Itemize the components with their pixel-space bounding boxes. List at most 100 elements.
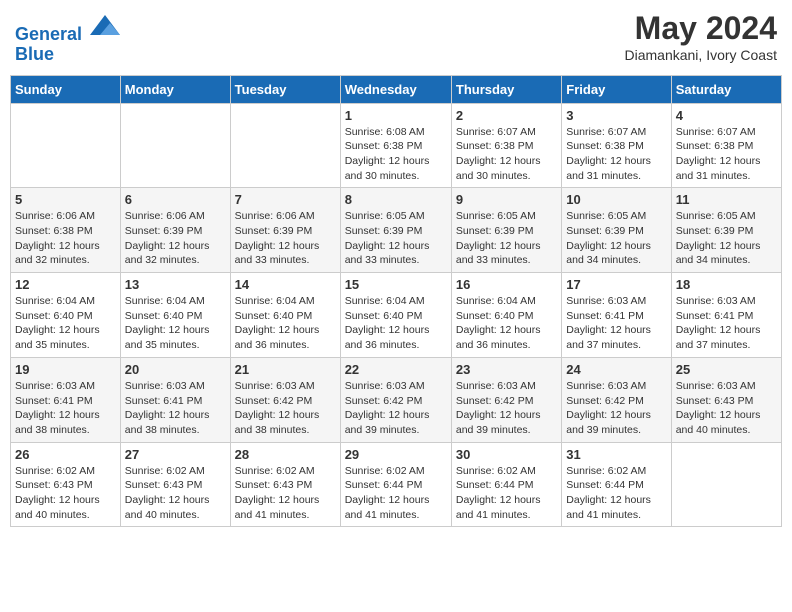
calendar-cell	[230, 103, 340, 188]
day-info: Sunrise: 6:08 AMSunset: 6:38 PMDaylight:…	[345, 125, 447, 184]
weekday-header-row: SundayMondayTuesdayWednesdayThursdayFrid…	[11, 75, 782, 103]
day-info: Sunrise: 6:06 AMSunset: 6:39 PMDaylight:…	[235, 209, 336, 268]
calendar-cell: 3 Sunrise: 6:07 AMSunset: 6:38 PMDaylight…	[562, 103, 671, 188]
day-number: 12	[15, 277, 116, 292]
calendar-cell: 26 Sunrise: 6:02 AMSunset: 6:43 PMDayligh…	[11, 442, 121, 527]
page-header: General Blue May 2024 Diamankani, Ivory …	[10, 10, 782, 65]
day-number: 27	[125, 447, 226, 462]
day-number: 26	[15, 447, 116, 462]
calendar-cell: 4 Sunrise: 6:07 AMSunset: 6:38 PMDaylight…	[671, 103, 781, 188]
day-number: 21	[235, 362, 336, 377]
logo-blue: Blue	[15, 44, 54, 64]
day-number: 25	[676, 362, 777, 377]
day-info: Sunrise: 6:02 AMSunset: 6:44 PMDaylight:…	[456, 464, 557, 523]
calendar-cell: 1 Sunrise: 6:08 AMSunset: 6:38 PMDaylight…	[340, 103, 451, 188]
calendar-cell	[11, 103, 121, 188]
calendar-cell: 21 Sunrise: 6:03 AMSunset: 6:42 PMDayligh…	[230, 357, 340, 442]
day-number: 11	[676, 192, 777, 207]
calendar-cell	[120, 103, 230, 188]
weekday-header: Monday	[120, 75, 230, 103]
day-number: 3	[566, 108, 666, 123]
calendar-cell: 27 Sunrise: 6:02 AMSunset: 6:43 PMDayligh…	[120, 442, 230, 527]
day-number: 6	[125, 192, 226, 207]
day-number: 5	[15, 192, 116, 207]
calendar-cell: 29 Sunrise: 6:02 AMSunset: 6:44 PMDayligh…	[340, 442, 451, 527]
calendar-cell: 18Sunrise: 6:03 AMSunset: 6:41 PMDayligh…	[671, 273, 781, 358]
calendar-cell: 31 Sunrise: 6:02 AMSunset: 6:44 PMDayligh…	[562, 442, 671, 527]
day-info: Sunrise: 6:02 AMSunset: 6:43 PMDaylight:…	[125, 464, 226, 523]
day-info: Sunrise: 6:04 AMSunset: 6:40 PMDaylight:…	[125, 294, 226, 353]
logo: General Blue	[15, 10, 120, 65]
day-number: 18	[676, 277, 777, 292]
day-number: 15	[345, 277, 447, 292]
calendar-cell	[671, 442, 781, 527]
day-info: Sunrise: 6:03 AMSunset: 6:41 PMDaylight:…	[566, 294, 666, 353]
day-number: 29	[345, 447, 447, 462]
day-number: 19	[15, 362, 116, 377]
location: Diamankani, Ivory Coast	[624, 47, 777, 63]
day-number: 7	[235, 192, 336, 207]
day-info: Sunrise: 6:05 AMSunset: 6:39 PMDaylight:…	[345, 209, 447, 268]
calendar-cell: 17 Sunrise: 6:03 AMSunset: 6:41 PMDayligh…	[562, 273, 671, 358]
calendar-cell: 23Sunrise: 6:03 AMSunset: 6:42 PMDayligh…	[451, 357, 561, 442]
title-block: May 2024 Diamankani, Ivory Coast	[624, 10, 777, 63]
calendar-cell: 22Sunrise: 6:03 AMSunset: 6:42 PMDayligh…	[340, 357, 451, 442]
day-info: Sunrise: 6:04 AMSunset: 6:40 PMDaylight:…	[345, 294, 447, 353]
calendar-cell: 9Sunrise: 6:05 AMSunset: 6:39 PMDaylight…	[451, 188, 561, 273]
day-number: 16	[456, 277, 557, 292]
day-info: Sunrise: 6:07 AMSunset: 6:38 PMDaylight:…	[566, 125, 666, 184]
calendar-cell: 20 Sunrise: 6:03 AMSunset: 6:41 PMDayligh…	[120, 357, 230, 442]
day-number: 23	[456, 362, 557, 377]
calendar-cell: 15 Sunrise: 6:04 AMSunset: 6:40 PMDayligh…	[340, 273, 451, 358]
day-number: 10	[566, 192, 666, 207]
day-info: Sunrise: 6:05 AMSunset: 6:39 PMDaylight:…	[566, 209, 666, 268]
calendar-cell: 24Sunrise: 6:03 AMSunset: 6:42 PMDayligh…	[562, 357, 671, 442]
day-info: Sunrise: 6:05 AMSunset: 6:39 PMDaylight:…	[456, 209, 557, 268]
day-info: Sunrise: 6:06 AMSunset: 6:38 PMDaylight:…	[15, 209, 116, 268]
calendar-cell: 28Sunrise: 6:02 AMSunset: 6:43 PMDayligh…	[230, 442, 340, 527]
calendar-cell: 16 Sunrise: 6:04 AMSunset: 6:40 PMDayligh…	[451, 273, 561, 358]
day-info: Sunrise: 6:07 AMSunset: 6:38 PMDaylight:…	[676, 125, 777, 184]
calendar-table: SundayMondayTuesdayWednesdayThursdayFrid…	[10, 75, 782, 528]
day-number: 17	[566, 277, 666, 292]
month-title: May 2024	[624, 10, 777, 47]
day-number: 4	[676, 108, 777, 123]
day-number: 31	[566, 447, 666, 462]
day-info: Sunrise: 6:02 AMSunset: 6:43 PMDaylight:…	[15, 464, 116, 523]
calendar-cell: 6Sunrise: 6:06 AMSunset: 6:39 PMDaylight…	[120, 188, 230, 273]
day-info: Sunrise: 6:02 AMSunset: 6:44 PMDaylight:…	[345, 464, 447, 523]
day-info: Sunrise: 6:02 AMSunset: 6:44 PMDaylight:…	[566, 464, 666, 523]
logo-general: General	[15, 24, 82, 44]
day-info: Sunrise: 6:03 AMSunset: 6:41 PMDaylight:…	[15, 379, 116, 438]
logo-icon	[90, 10, 120, 40]
calendar-cell: 11 Sunrise: 6:05 AMSunset: 6:39 PMDayligh…	[671, 188, 781, 273]
day-info: Sunrise: 6:03 AMSunset: 6:42 PMDaylight:…	[235, 379, 336, 438]
day-number: 20	[125, 362, 226, 377]
day-number: 13	[125, 277, 226, 292]
calendar-week-row: 26 Sunrise: 6:02 AMSunset: 6:43 PMDayligh…	[11, 442, 782, 527]
calendar-cell: 13 Sunrise: 6:04 AMSunset: 6:40 PMDayligh…	[120, 273, 230, 358]
weekday-header: Sunday	[11, 75, 121, 103]
calendar-cell: 14 Sunrise: 6:04 AMSunset: 6:40 PMDayligh…	[230, 273, 340, 358]
day-info: Sunrise: 6:05 AMSunset: 6:39 PMDaylight:…	[676, 209, 777, 268]
day-number: 14	[235, 277, 336, 292]
day-number: 1	[345, 108, 447, 123]
day-number: 30	[456, 447, 557, 462]
day-info: Sunrise: 6:04 AMSunset: 6:40 PMDaylight:…	[235, 294, 336, 353]
weekday-header: Saturday	[671, 75, 781, 103]
day-info: Sunrise: 6:07 AMSunset: 6:38 PMDaylight:…	[456, 125, 557, 184]
day-info: Sunrise: 6:04 AMSunset: 6:40 PMDaylight:…	[456, 294, 557, 353]
day-info: Sunrise: 6:03 AMSunset: 6:41 PMDaylight:…	[125, 379, 226, 438]
calendar-week-row: 1 Sunrise: 6:08 AMSunset: 6:38 PMDaylight…	[11, 103, 782, 188]
calendar-cell: 25 Sunrise: 6:03 AMSunset: 6:43 PMDayligh…	[671, 357, 781, 442]
day-info: Sunrise: 6:03 AMSunset: 6:42 PMDaylight:…	[345, 379, 447, 438]
calendar-cell: 5 Sunrise: 6:06 AMSunset: 6:38 PMDaylight…	[11, 188, 121, 273]
calendar-cell: 2 Sunrise: 6:07 AMSunset: 6:38 PMDaylight…	[451, 103, 561, 188]
day-info: Sunrise: 6:03 AMSunset: 6:43 PMDaylight:…	[676, 379, 777, 438]
calendar-cell: 30 Sunrise: 6:02 AMSunset: 6:44 PMDayligh…	[451, 442, 561, 527]
day-info: Sunrise: 6:03 AMSunset: 6:42 PMDaylight:…	[566, 379, 666, 438]
calendar-cell: 19 Sunrise: 6:03 AMSunset: 6:41 PMDayligh…	[11, 357, 121, 442]
calendar-cell: 12Sunrise: 6:04 AMSunset: 6:40 PMDayligh…	[11, 273, 121, 358]
day-number: 2	[456, 108, 557, 123]
calendar-week-row: 5 Sunrise: 6:06 AMSunset: 6:38 PMDaylight…	[11, 188, 782, 273]
